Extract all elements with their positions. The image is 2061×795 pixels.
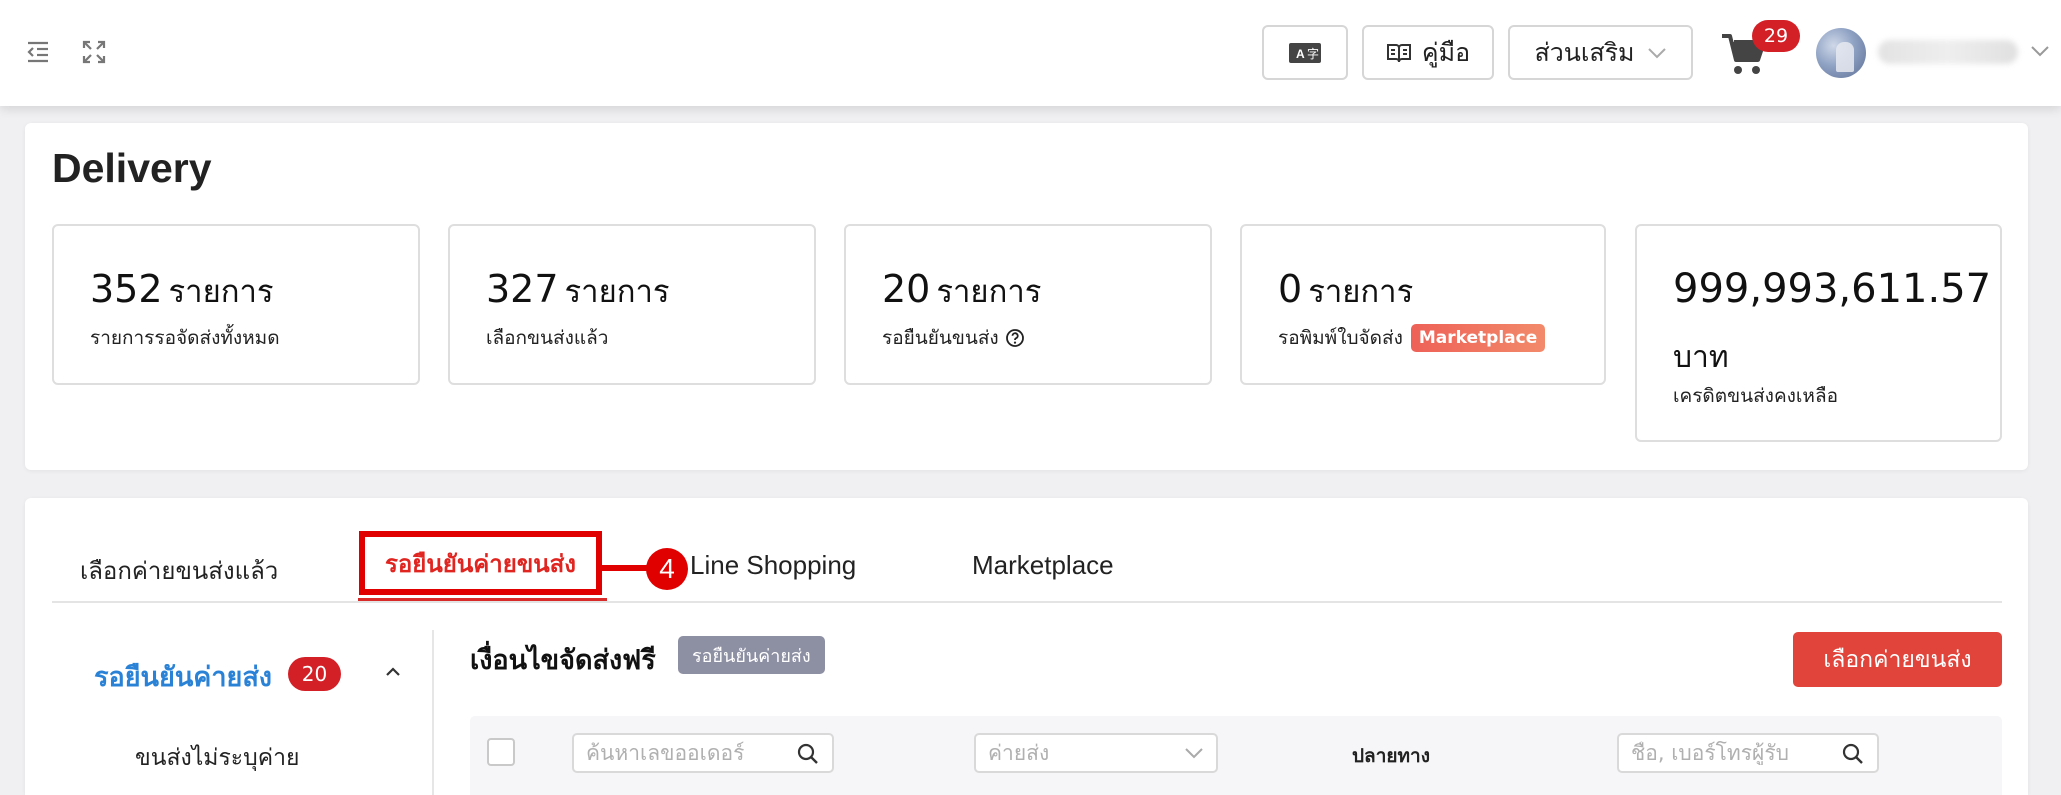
stat-unit: รายการ [564,274,670,310]
translate-icon: A 字 [1288,42,1322,64]
sidebar-count-badge: 20 [288,657,341,691]
manual-label: คู่มือ [1421,37,1471,67]
stat-label: รอยืนยันขนส่ง [882,327,999,349]
svg-text:A: A [1296,47,1305,61]
avatar[interactable] [1816,28,1866,78]
translate-button[interactable]: A 字 [1262,25,1348,80]
chevron-down-icon [1647,47,1667,59]
section-title: เงื่อนไขจัดส่งฟรี [470,645,656,676]
stat-label: เลือกขนส่งแล้ว [486,327,609,349]
tab-line-shopping[interactable]: Line Shopping [690,550,856,581]
destination-column-header: ปลายทาง [1352,745,1430,767]
stat-card-total: 352 รายการ รายการรอจัดส่งทั้งหมด [52,224,420,385]
collapse-menu-icon[interactable] [24,38,52,66]
tab-marketplace[interactable]: Marketplace [972,550,1114,581]
manual-button[interactable]: คู่มือ [1362,25,1494,80]
callout-connector [602,565,652,571]
stat-value: 20 [882,267,931,311]
addons-dropdown[interactable]: ส่วนเสริม [1508,25,1693,80]
stat-label: รายการรอจัดส่งทั้งหมด [90,327,280,349]
chevron-down-icon [1184,747,1204,759]
status-chip: รอยืนยันค่ายส่ง [678,636,825,674]
stat-value: 352 [90,267,163,311]
marketplace-badge: Marketplace [1410,324,1546,352]
stat-value: 327 [486,267,559,311]
stat-card-awaiting-print: 0 รายการ รอพิมพ์ใบจัดส่ง Marketplace [1240,224,1606,385]
callout-number-badge: 4 [646,548,688,590]
user-name-blurred[interactable] [1878,40,2018,64]
addons-label: ส่วนเสริม [1534,37,1635,67]
cart-count-badge: 29 [1752,20,1800,52]
tabs-divider [52,601,2002,603]
choose-carrier-button[interactable]: เลือกค่ายขนส่ง [1793,632,2002,687]
stat-unit: รายการ [1308,274,1414,310]
tab-label: รอยืนยันค่ายขนส่ง [384,549,576,578]
search-icon[interactable] [1841,742,1865,766]
carrier-select-input[interactable] [988,741,1216,765]
stat-unit: รายการ [936,274,1042,310]
sidebar-divider [432,630,434,795]
book-icon [1386,42,1412,64]
stat-card-selected: 327 รายการ เลือกขนส่งแล้ว [448,224,816,385]
stat-unit: รายการ [168,274,274,310]
help-icon[interactable] [1005,328,1025,348]
tab-pending-carrier[interactable]: รอยืนยันค่ายขนส่ง [359,531,602,595]
chevron-up-icon[interactable] [384,662,402,681]
order-search-field[interactable] [572,733,834,773]
tab-selected-carrier[interactable]: เลือกค่ายขนส่งแล้ว [80,551,278,590]
stat-value: 999,993,611.57 [1673,266,1992,312]
carrier-select[interactable] [974,733,1218,773]
select-all-checkbox[interactable] [487,738,515,766]
stat-unit: บาท [1673,340,1729,375]
top-bar: A 字 คู่มือ ส่วนเสริม 29 [0,0,2061,106]
svg-text:字: 字 [1307,46,1319,61]
page-title: Delivery [52,145,212,191]
chevron-down-icon[interactable] [2030,42,2050,61]
stat-label: รอพิมพ์ใบจัดส่ง [1278,327,1403,349]
sidebar-item-pending-carrier[interactable]: รอยืนยันค่ายส่ง [94,655,272,698]
search-icon[interactable] [796,742,820,766]
stat-label: เครดิตขนส่งคงเหลือ [1673,385,1838,407]
fullscreen-icon[interactable] [80,38,108,66]
recipient-search-field[interactable] [1617,733,1879,773]
stat-card-pending-confirm: 20 รายการ รอยืนยันขนส่ง [844,224,1212,385]
stat-card-credit: 999,993,611.57 บาท เครดิตขนส่งคงเหลือ [1635,224,2002,442]
stat-value: 0 [1278,267,1303,311]
sidebar-item-unspecified-carrier[interactable]: ขนส่งไม่ระบุค่าย [135,740,300,776]
